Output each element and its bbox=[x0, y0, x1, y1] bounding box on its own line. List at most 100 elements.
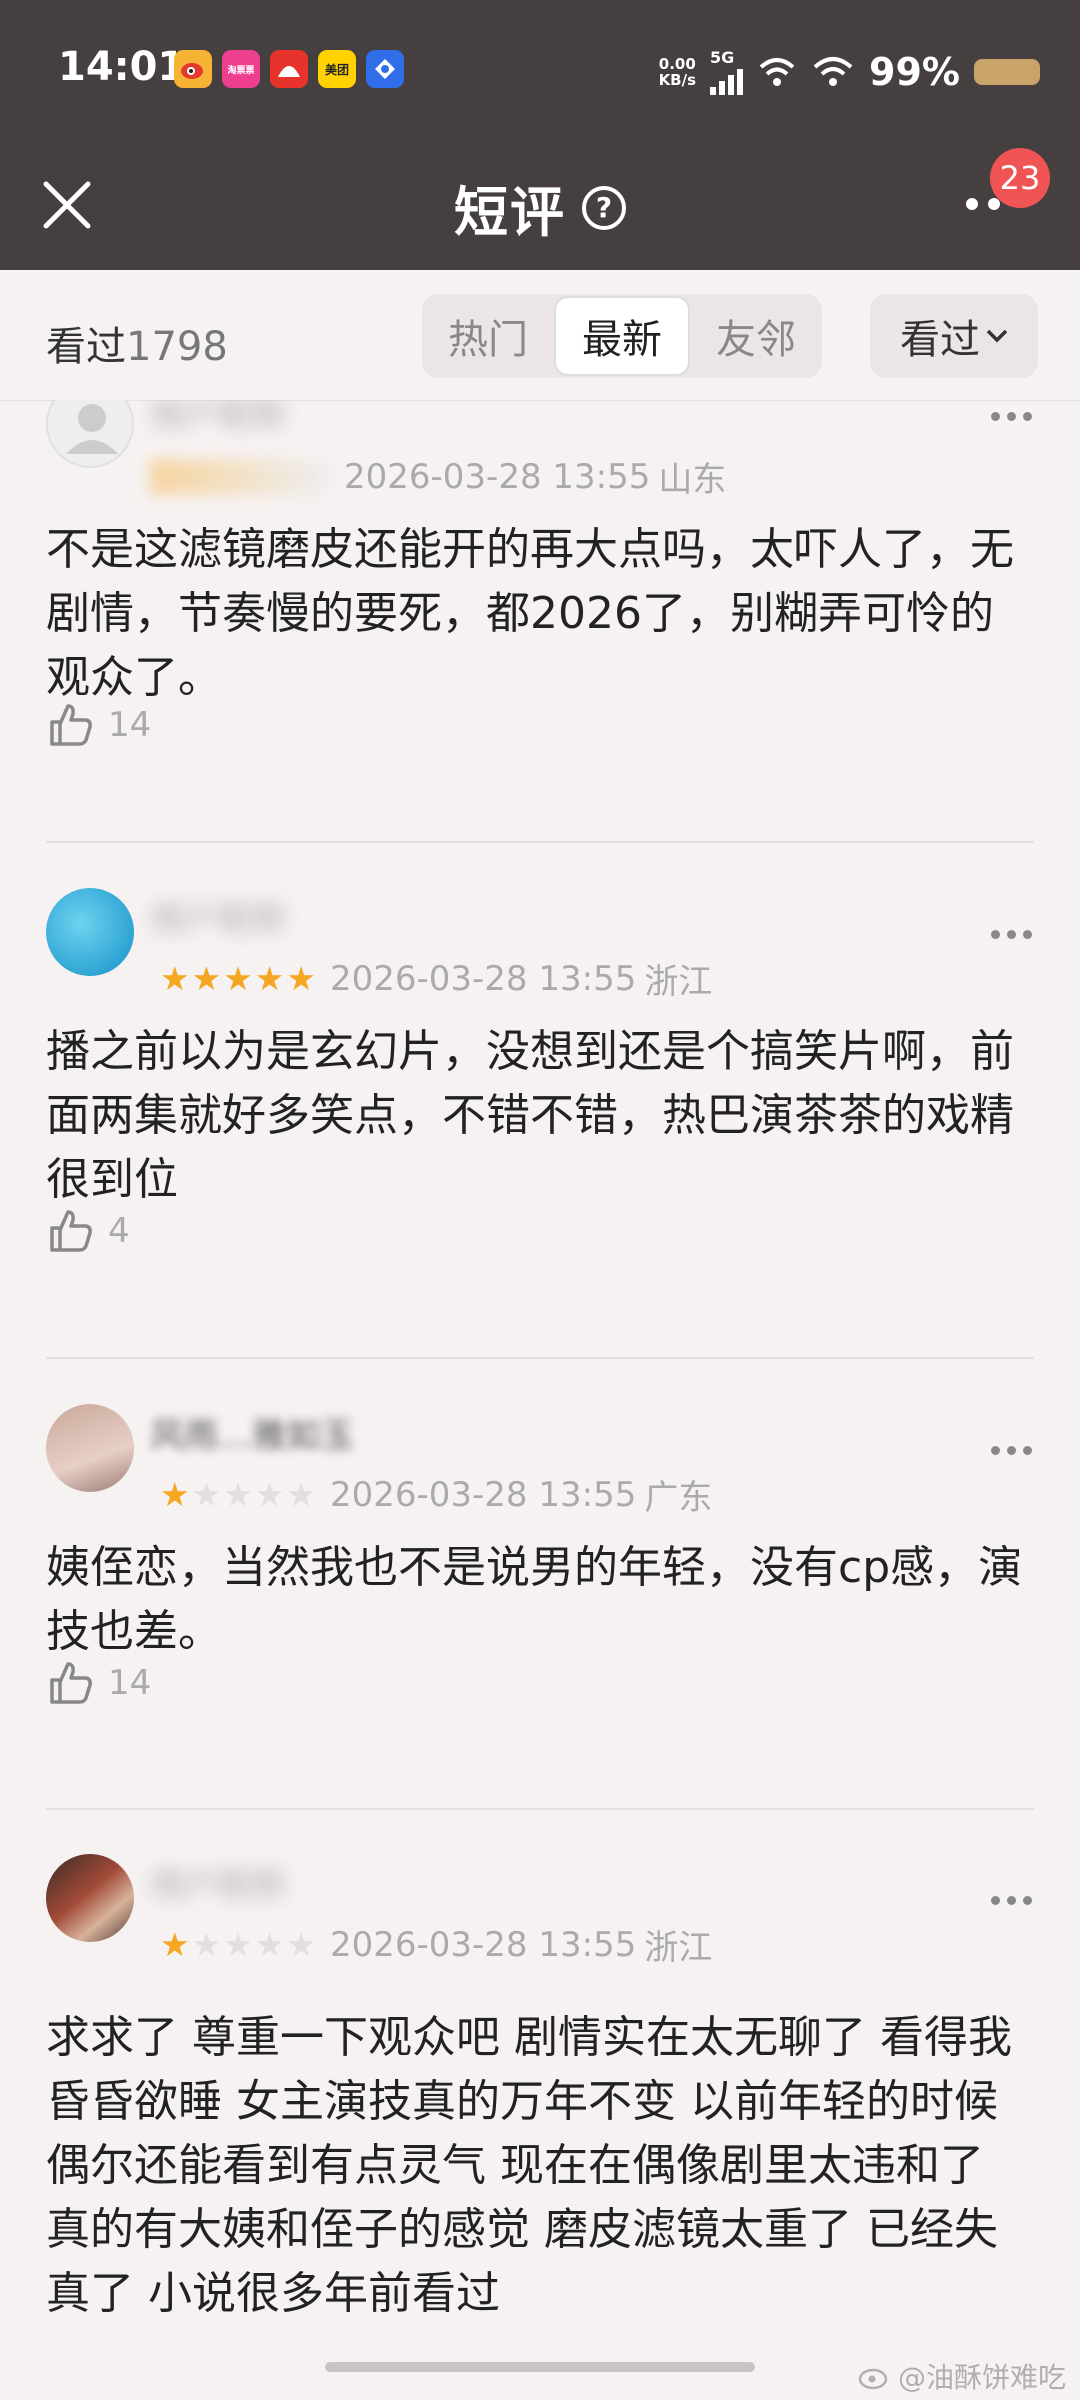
like-button[interactable]: 4 bbox=[46, 1206, 130, 1256]
more-options-icon[interactable] bbox=[991, 1446, 1032, 1455]
more-options-icon[interactable] bbox=[991, 412, 1032, 421]
username[interactable]: 用户昵称 bbox=[150, 1858, 286, 1907]
star-rating: ★ ★ ★ ★ ★ bbox=[160, 962, 316, 995]
username[interactable]: 用户昵称 bbox=[150, 892, 286, 941]
wifi-icon bbox=[759, 57, 795, 86]
review-date: 2026-03-28 13:55 bbox=[329, 1474, 637, 1515]
review-text: 求求了 尊重一下观众吧 剧情实在太无聊了 看得我昏昏欲睡 女主演技真的万年不变 … bbox=[46, 2012, 1012, 2319]
more-options-icon[interactable] bbox=[991, 930, 1032, 939]
title-group: 短评 ? bbox=[0, 168, 1080, 247]
star-icon: ★ bbox=[223, 1475, 253, 1514]
tab-latest[interactable]: 最新 bbox=[554, 296, 690, 376]
star-icon: ★ bbox=[286, 959, 316, 998]
seen-count-label: 看过 bbox=[46, 324, 126, 370]
seen-filter-dropdown[interactable]: 看过 bbox=[870, 294, 1038, 378]
star-icon: ★ bbox=[223, 1925, 253, 1964]
review-location: 浙江 bbox=[644, 1928, 713, 1968]
app-label: 淘票票 bbox=[227, 65, 255, 76]
cell-signal-icon: 5G bbox=[710, 48, 744, 95]
page-title: 短评 bbox=[454, 181, 566, 244]
tab-hot[interactable]: 热门 bbox=[422, 294, 554, 378]
maoyan-app-icon bbox=[270, 50, 308, 88]
wifi-icon bbox=[813, 56, 853, 86]
review-text: 播之前以为是玄幻片，没想到还是个搞笑片啊，前面两集就好多笑点，不错不错，热巴演茶… bbox=[46, 1026, 1014, 1205]
help-icon[interactable]: ? bbox=[582, 185, 626, 230]
star-rating: ★ ★ ★ ★ ★ bbox=[160, 1928, 316, 1961]
review-text: 不是这滤镜磨皮还能开的再大点吗，太吓人了，无剧情，节奏慢的要死，都2026了，别… bbox=[46, 524, 1014, 703]
home-indicator[interactable] bbox=[325, 2362, 755, 2372]
weibo-app-icon bbox=[174, 50, 212, 88]
battery-icon bbox=[974, 58, 1040, 85]
review-date: 2026-03-28 13:55 bbox=[329, 1924, 637, 1965]
review-feed[interactable]: 用户昵称 2026-03-28 13:55 山东 不是这滤镜磨皮还能开的再大点吗… bbox=[0, 400, 1080, 2360]
star-rating: ★ ★ ★ ★ ★ bbox=[160, 1478, 316, 1511]
dropdown-label: 看过 bbox=[900, 317, 980, 363]
notification-badge[interactable]: 23 bbox=[990, 148, 1050, 208]
like-button[interactable]: 14 bbox=[46, 700, 151, 750]
avatar[interactable] bbox=[46, 888, 134, 976]
taopiaopiao-app-icon: 淘票票 bbox=[222, 50, 260, 88]
network-type: 5G bbox=[710, 48, 735, 67]
watermark-text: @油酥饼难吃 bbox=[897, 2361, 1066, 2394]
battery-percent: 99% bbox=[869, 49, 960, 94]
watermark: @油酥饼难吃 bbox=[858, 2356, 1066, 2396]
divider bbox=[46, 841, 1034, 843]
username[interactable]: 用户昵称 bbox=[150, 400, 286, 437]
star-icon: ★ bbox=[160, 959, 190, 998]
like-button[interactable]: 14 bbox=[46, 1658, 151, 1708]
page-header: 短评 ? 23 bbox=[0, 140, 1080, 270]
app-label: 美团 bbox=[324, 62, 349, 77]
status-indicators: 0.00 KB/s 5G 99% bbox=[659, 48, 1040, 95]
star-icon: ★ bbox=[191, 1925, 222, 1964]
default-avatar-icon bbox=[66, 404, 118, 454]
star-icon: ★ bbox=[254, 959, 285, 998]
thumbs-up-icon bbox=[50, 1662, 92, 1704]
review-meta: ★ ★ ★ ★ ★ 2026-03-28 13:55 广东 bbox=[160, 1470, 712, 1519]
divider bbox=[46, 1808, 1034, 1810]
star-icon: ★ bbox=[160, 1925, 190, 1964]
seen-count-value: 1798 bbox=[126, 324, 228, 370]
star-icon: ★ bbox=[254, 1475, 285, 1514]
review-location: 广东 bbox=[644, 1478, 713, 1518]
blurred-stars bbox=[150, 458, 330, 495]
tab-friends[interactable]: 友邻 bbox=[690, 294, 822, 378]
avatar[interactable] bbox=[46, 1854, 134, 1942]
review-date: 2026-03-28 13:55 bbox=[344, 456, 651, 497]
notification-app-icons: 淘票票 美团 bbox=[174, 50, 404, 88]
review-location: 山东 bbox=[658, 460, 727, 500]
avatar[interactable] bbox=[46, 1404, 134, 1492]
like-count: 4 bbox=[108, 1211, 130, 1251]
status-bar: 14:01 淘票票 美团 0.00 KB/s 5G 99% bbox=[0, 0, 1080, 140]
star-icon: ★ bbox=[191, 1475, 222, 1514]
chevron-down-icon bbox=[986, 329, 1008, 343]
review-location: 浙江 bbox=[644, 962, 713, 1002]
like-count: 14 bbox=[108, 1663, 152, 1703]
meituan-app-icon: 美团 bbox=[318, 50, 356, 88]
username[interactable]: 风雨…雅如玉 bbox=[150, 1408, 354, 1457]
star-icon: ★ bbox=[254, 1925, 285, 1964]
star-icon: ★ bbox=[223, 959, 253, 998]
like-count: 14 bbox=[108, 705, 152, 745]
review-date: 2026-03-28 13:55 bbox=[329, 958, 637, 999]
divider bbox=[46, 1357, 1034, 1359]
thumbs-up-icon bbox=[50, 704, 92, 746]
blue-app-icon bbox=[366, 50, 404, 88]
filter-bar: 看过1798 热门 最新 友邻 看过 bbox=[0, 270, 1080, 401]
star-icon: ★ bbox=[286, 1925, 316, 1964]
review-meta: 2026-03-28 13:55 山东 bbox=[150, 452, 726, 501]
review-meta: ★ ★ ★ ★ ★ 2026-03-28 13:55 浙江 bbox=[160, 954, 712, 1003]
thumbs-up-icon bbox=[50, 1210, 92, 1252]
more-menu-icon[interactable] bbox=[966, 198, 1000, 210]
more-options-icon[interactable] bbox=[991, 1896, 1032, 1905]
status-time: 14:01 bbox=[58, 44, 186, 90]
net-speed: 0.00 KB/s bbox=[659, 56, 696, 88]
review-text: 姨侄恋，当然我也不是说男的年轻，没有cp感，演技也差。 bbox=[46, 1542, 1023, 1657]
net-speed-unit: KB/s bbox=[658, 70, 697, 89]
star-icon: ★ bbox=[286, 1475, 316, 1514]
star-icon: ★ bbox=[191, 959, 222, 998]
review-meta: ★ ★ ★ ★ ★ 2026-03-28 13:55 浙江 bbox=[160, 1920, 712, 1969]
avatar[interactable] bbox=[46, 400, 134, 468]
weibo-logo-icon bbox=[858, 2368, 888, 2390]
net-speed-value: 0.00 bbox=[658, 54, 696, 73]
star-icon: ★ bbox=[160, 1475, 190, 1514]
